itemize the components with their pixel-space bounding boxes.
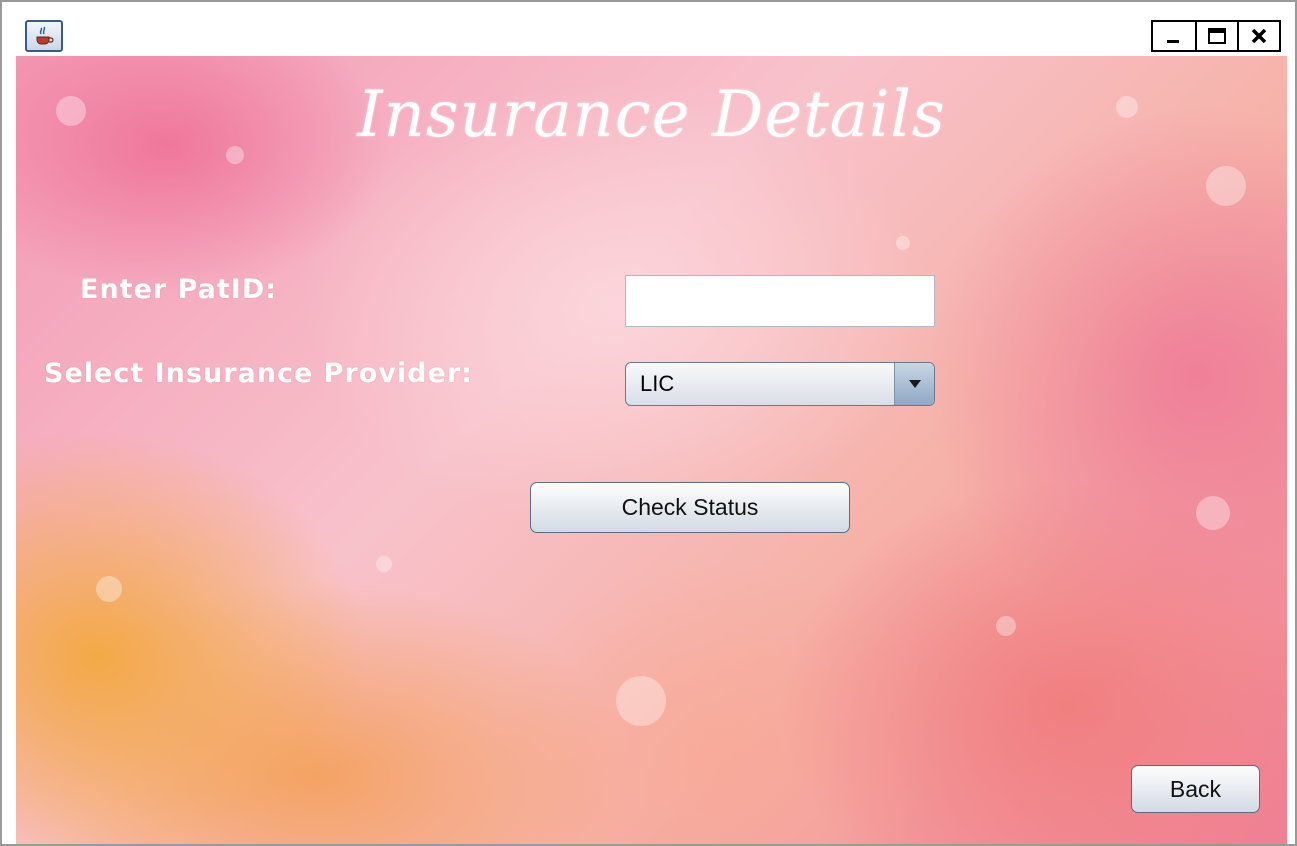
window-controls (1151, 20, 1281, 52)
application-window: Insurance Details Enter PatID: Select In… (0, 0, 1297, 846)
minimize-icon[interactable] (1151, 20, 1197, 52)
background-splat (996, 616, 1016, 636)
java-coffee-icon[interactable] (25, 20, 63, 52)
background-splat (616, 676, 666, 726)
background-splat (1206, 166, 1246, 206)
patid-input[interactable] (625, 275, 935, 327)
patid-label: Enter PatID: (80, 274, 278, 305)
chevron-down-icon[interactable] (894, 363, 934, 405)
provider-selected-value: LIC (640, 371, 675, 396)
title-bar[interactable] (2, 2, 1295, 56)
page-title: Insurance Details (357, 78, 946, 152)
background-splat (896, 236, 910, 250)
maximize-icon[interactable] (1195, 20, 1239, 52)
form-panel: Insurance Details Enter PatID: Select In… (16, 56, 1287, 844)
back-button[interactable]: Back (1131, 765, 1260, 813)
background-splat (96, 576, 122, 602)
close-icon[interactable] (1237, 20, 1281, 52)
provider-label: Select Insurance Provider: (44, 358, 473, 389)
check-status-button[interactable]: Check Status (530, 482, 850, 533)
background-splat (1196, 496, 1230, 530)
background-splat (376, 556, 392, 572)
insurance-provider-select[interactable]: LIC (625, 362, 935, 406)
